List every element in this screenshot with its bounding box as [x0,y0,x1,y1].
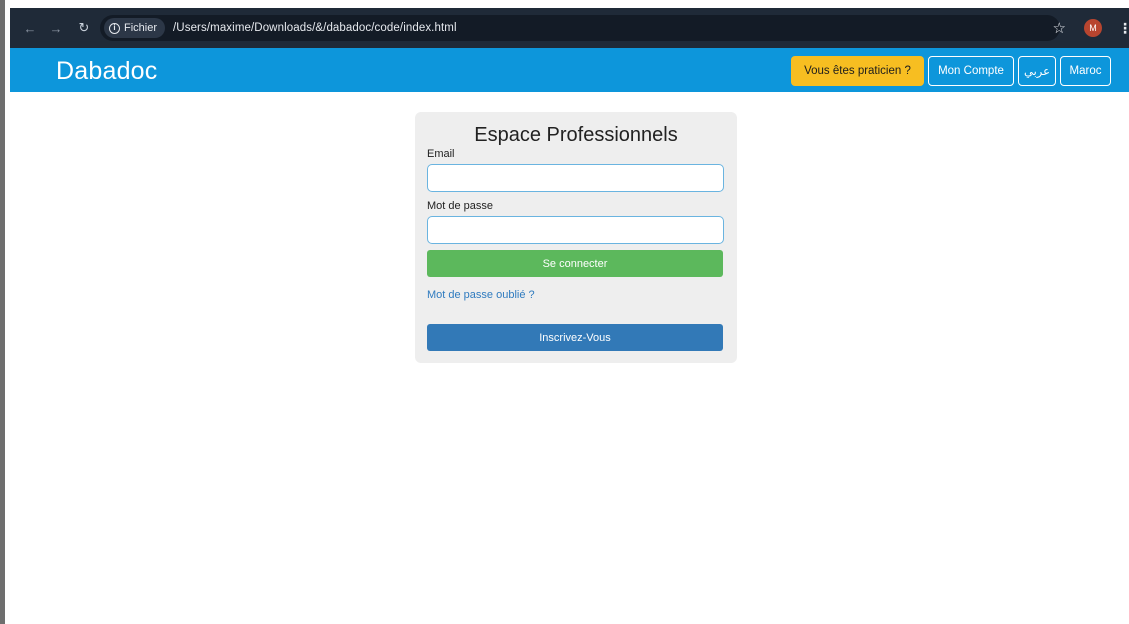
site-header: Dabadoc Vous êtes praticien ? Mon Compte… [10,48,1129,92]
login-button[interactable]: Se connecter [427,250,723,277]
browser-actions: ☆ M ⋮ [1053,8,1129,48]
email-label: Email [427,148,455,160]
back-icon[interactable]: ← [20,18,40,38]
site-logo[interactable]: Dabadoc [56,57,157,86]
profile-avatar[interactable]: M [1084,19,1102,37]
login-title: Espace Professionnels [474,124,678,146]
browser-window: ← → ↻ i Fichier /Users/maxime/Downloads/… [0,0,1129,624]
browser-toolbar: ← → ↻ i Fichier /Users/maxime/Downloads/… [10,8,1129,48]
password-label: Mot de passe [427,200,494,212]
reload-icon[interactable]: ↻ [74,18,94,38]
url-text[interactable]: /Users/maxime/Downloads/&/dabadoc/code/i… [173,22,457,34]
login-card: Espace Professionnels Email Mot de passe… [415,112,737,363]
site-info-chip[interactable]: i Fichier [104,18,166,38]
practitioner-button[interactable]: Vous êtes praticien ? [791,56,924,86]
account-button[interactable]: Mon Compte [928,56,1014,86]
register-button[interactable]: Inscrivez-Vous [427,324,723,351]
language-button[interactable]: عربي [1018,56,1056,86]
email-field[interactable] [427,164,724,192]
country-button[interactable]: Maroc [1060,56,1111,86]
kebab-menu-icon[interactable]: ⋮ [1118,20,1129,37]
info-icon: i [109,22,120,34]
password-field[interactable] [427,216,724,244]
forward-icon[interactable]: → [46,18,66,38]
site-info-label: Fichier [124,22,158,34]
forgot-password-link[interactable]: Mot de passe oublié ? [427,289,535,301]
bookmark-star-icon[interactable]: ☆ [1053,19,1066,37]
address-bar[interactable]: i Fichier /Users/maxime/Downloads/&/daba… [100,15,1060,41]
